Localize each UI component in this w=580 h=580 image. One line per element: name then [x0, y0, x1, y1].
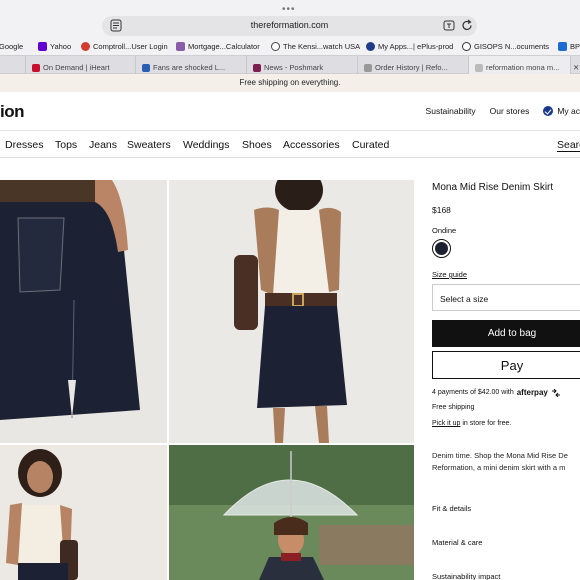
nav-accessories[interactable]: Accessories: [283, 139, 340, 151]
pickup-text: in store for free.: [460, 420, 512, 427]
afterpay-info: 4 payments of $42.00 with afterpay: [432, 388, 561, 397]
site-logo[interactable]: ion: [0, 102, 25, 122]
accordion-fit-details[interactable]: Fit & details: [432, 504, 471, 513]
poshmark-icon: [253, 63, 261, 72]
nav-tops[interactable]: Tops: [55, 139, 77, 151]
afterpay-text: 4 payments of $42.00 with: [432, 389, 514, 396]
product-image-2[interactable]: [169, 180, 414, 443]
address-bar[interactable]: thereformation.com: [102, 16, 477, 36]
tab-order-history[interactable]: Order History | Refo...: [357, 56, 468, 74]
bookmark-mortgage[interactable]: Mortgage...Calculator: [176, 42, 260, 51]
search-link[interactable]: Searc: [557, 139, 580, 152]
page-icon: [475, 63, 483, 72]
bookmark-label: Yahoo: [50, 42, 72, 51]
pickup-info: Pick it up in store for free.: [432, 420, 511, 427]
promo-banner: Free shipping on everything.: [0, 74, 580, 92]
reload-icon[interactable]: [461, 19, 473, 32]
tab-label: Fans are shocked L...: [153, 63, 226, 72]
bookmark-label: Mortgage...Calculator: [188, 42, 260, 51]
pickup-link[interactable]: Pick it up: [432, 420, 460, 427]
translate-icon[interactable]: [443, 19, 455, 32]
sustainability-link[interactable]: Sustainability: [426, 106, 476, 116]
globe-icon: [271, 42, 280, 51]
product-title: Mona Mid Rise Denim Skirt: [432, 182, 554, 193]
model-with-bag-illustration: [0, 445, 167, 580]
heart-icon: [32, 63, 40, 72]
product-price: $168: [432, 205, 451, 215]
product-description: Denim time. Shop the Mona Mid Rise De Re…: [432, 451, 568, 472]
yahoo-icon: [38, 42, 47, 51]
browser-chrome: ••• thereformation.com Google Yahoo Comp…: [0, 0, 580, 55]
afterpay-logo[interactable]: afterpay: [517, 388, 548, 397]
nav-sweaters[interactable]: Sweaters: [127, 139, 171, 151]
size-select[interactable]: Select a size: [432, 284, 580, 311]
bookmark-yahoo[interactable]: Yahoo: [38, 42, 71, 51]
nav-shoes[interactable]: Shoes: [242, 139, 272, 151]
comptroller-icon: [81, 42, 90, 51]
bookmark-label: GISOPS N...ocuments: [474, 42, 550, 51]
page-icon: [364, 63, 372, 72]
tab-iheart[interactable]: On Demand | iHeart: [25, 56, 135, 74]
afterpay-arrows-icon: [551, 388, 560, 397]
skirt-closeup-illustration: [0, 180, 167, 443]
tab-partial[interactable]: [0, 56, 25, 74]
apple-pay-button[interactable]: Pay: [432, 351, 580, 379]
tab-poshmark[interactable]: News - Poshmark: [246, 56, 357, 74]
mortgage-icon: [176, 42, 185, 51]
tab-label: News - Poshmark: [264, 63, 324, 72]
product-image-3[interactable]: [0, 445, 167, 580]
size-guide-link[interactable]: Size guide: [432, 270, 467, 279]
product-image-1[interactable]: [0, 180, 167, 443]
site-header: ion Sustainability Our stores My ac: [0, 92, 580, 130]
accordion-sustainability[interactable]: Sustainability impact: [432, 572, 500, 580]
tab-label: On Demand | iHeart: [43, 63, 110, 72]
bookmark-myapps[interactable]: My Apps...| ePlus-prod: [366, 42, 453, 51]
globe-icon: [462, 42, 471, 51]
add-to-bag-button[interactable]: Add to bag: [432, 320, 580, 347]
nav-curated[interactable]: Curated: [352, 139, 389, 151]
account-label: My ac: [557, 106, 580, 116]
model-with-umbrella-illustration: [169, 445, 414, 580]
url-text: thereformation.com: [250, 20, 329, 30]
nav-jeans[interactable]: Jeans: [89, 139, 117, 151]
window-grabber-icon[interactable]: •••: [282, 4, 296, 15]
bookmark-label: The Kensi...watch USA: [283, 42, 361, 51]
model-full-illustration: [169, 180, 414, 443]
tab-label: reformation mona m...: [486, 63, 560, 72]
bookmarks-bar: Google Yahoo Comptroll...User Login Mort…: [0, 39, 580, 55]
bookmark-google[interactable]: Google: [0, 42, 23, 51]
bookmark-comptroller[interactable]: Comptroll...User Login: [81, 42, 168, 51]
bookmark-kensington[interactable]: The Kensi...watch USA: [271, 42, 360, 51]
tab-bar: On Demand | iHeart Fans are shocked L...…: [0, 55, 580, 74]
category-nav: Dresses Tops Jeans Sweaters Weddings Sho…: [0, 130, 580, 158]
news-icon: [142, 63, 150, 72]
account-link[interactable]: My ac: [543, 106, 580, 116]
bookmark-label: Comptroll...User Login: [93, 42, 168, 51]
swatch-fill: [435, 242, 448, 255]
myapps-icon: [366, 42, 375, 51]
bookmark-label: My Apps...| ePlus-prod: [378, 42, 454, 51]
account-check-icon: [543, 106, 554, 116]
tab-reformation[interactable]: reformation mona m...: [468, 56, 571, 74]
bookmark-gisops[interactable]: GISOPS N...ocuments: [462, 42, 549, 51]
nav-dresses[interactable]: Dresses: [5, 139, 44, 151]
color-swatch-ondine[interactable]: [432, 239, 451, 258]
color-name: Ondine: [432, 226, 457, 235]
tab-label: Order History | Refo...: [375, 63, 448, 72]
bookmark-label: BP&: [570, 42, 580, 51]
accordion-material-care[interactable]: Material & care: [432, 538, 482, 547]
product-image-4[interactable]: [169, 445, 414, 580]
nav-weddings[interactable]: Weddings: [183, 139, 230, 151]
bp-icon: [558, 42, 567, 51]
bookmark-bp[interactable]: BP&: [558, 42, 580, 51]
stores-link[interactable]: Our stores: [490, 106, 530, 116]
bookmark-label: Google: [0, 42, 24, 51]
tab-fans[interactable]: Fans are shocked L...: [135, 56, 246, 74]
tab-close-icon[interactable]: ✕: [570, 56, 580, 74]
shipping-info: Free shipping: [432, 404, 475, 411]
apple-pay-label: Pay: [500, 358, 524, 373]
